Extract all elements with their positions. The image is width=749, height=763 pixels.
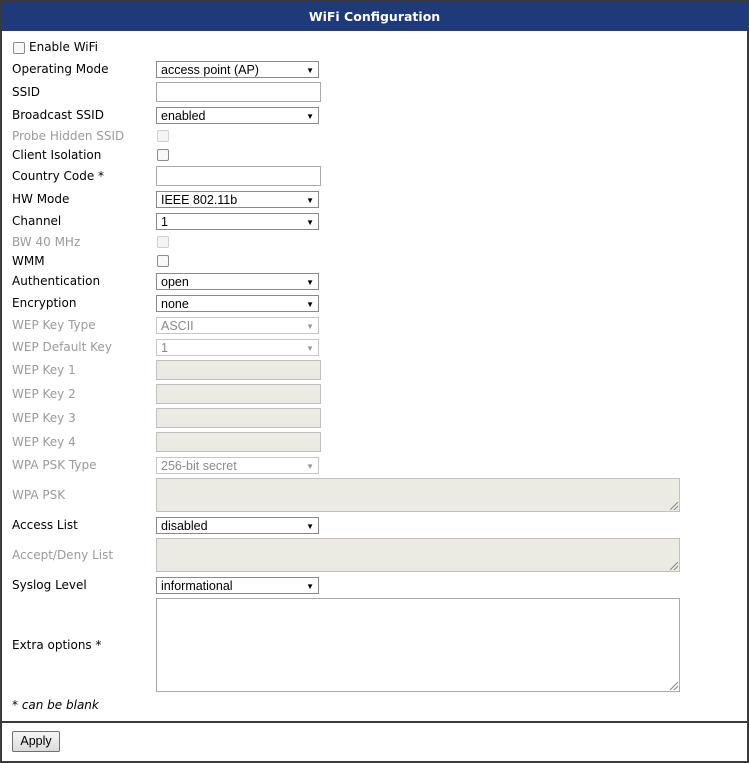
channel-select[interactable]: 1 ▼ — [156, 213, 319, 230]
wep-key3-input — [156, 408, 321, 428]
authentication-label: Authentication — [12, 274, 101, 288]
bw40-label: BW 40 MHz — [12, 235, 81, 249]
wep-default-key-select: 1 ▼ — [156, 339, 319, 356]
broadcast-ssid-select[interactable]: enabled ▼ — [156, 107, 319, 124]
wpa-psk-label: WPA PSK — [12, 488, 66, 502]
wep-default-key-value: 1 — [161, 341, 168, 355]
resize-grip-icon — [670, 502, 678, 510]
footer-divider — [2, 721, 747, 723]
broadcast-ssid-label: Broadcast SSID — [12, 108, 104, 122]
dropdown-arrow-icon: ▼ — [306, 322, 314, 331]
authentication-select[interactable]: open ▼ — [156, 273, 319, 290]
wpa-psk-textarea — [156, 478, 680, 512]
operating-mode-value: access point (AP) — [161, 63, 259, 77]
wep-key1-input — [156, 360, 321, 380]
wmm-label: WMM — [12, 254, 45, 268]
panel-title: WiFi Configuration — [2, 2, 747, 31]
extra-options-label: Extra options * — [12, 638, 102, 652]
probe-hidden-ssid-label: Probe Hidden SSID — [12, 129, 125, 143]
dropdown-arrow-icon: ▼ — [306, 112, 314, 121]
wifi-config-panel: WiFi Configuration Enable WiFi Operating… — [0, 0, 749, 763]
hw-mode-value: IEEE 802.11b — [161, 193, 238, 207]
operating-mode-select[interactable]: access point (AP) ▼ — [156, 61, 319, 78]
accept-deny-list-label: Accept/Deny List — [12, 548, 114, 562]
encryption-value: none — [161, 297, 189, 311]
bw40-checkbox — [157, 236, 169, 248]
syslog-level-select[interactable]: informational ▼ — [156, 577, 319, 594]
dropdown-arrow-icon: ▼ — [306, 218, 314, 227]
accept-deny-list-textarea — [156, 538, 680, 572]
resize-grip-icon[interactable] — [670, 682, 678, 690]
authentication-value: open — [161, 275, 189, 289]
blank-note: * can be blank — [12, 698, 99, 712]
country-code-label: Country Code * — [12, 169, 105, 183]
wep-key3-label: WEP Key 3 — [12, 411, 76, 425]
wpa-psk-type-select: 256-bit secret ▼ — [156, 457, 319, 474]
hw-mode-label: HW Mode — [12, 192, 70, 206]
access-list-value: disabled — [161, 519, 208, 533]
dropdown-arrow-icon: ▼ — [306, 66, 314, 75]
country-code-input[interactable] — [156, 166, 321, 186]
wep-key-type-value: ASCII — [161, 319, 194, 333]
channel-value: 1 — [161, 215, 168, 229]
hw-mode-select[interactable]: IEEE 802.11b ▼ — [156, 191, 319, 208]
wmm-checkbox[interactable] — [157, 255, 169, 267]
client-isolation-label: Client Isolation — [12, 148, 102, 162]
wep-key-type-select: ASCII ▼ — [156, 317, 319, 334]
dropdown-arrow-icon: ▼ — [306, 300, 314, 309]
dropdown-arrow-icon: ▼ — [306, 462, 314, 471]
wep-key4-label: WEP Key 4 — [12, 435, 76, 449]
dropdown-arrow-icon: ▼ — [306, 196, 314, 205]
encryption-select[interactable]: none ▼ — [156, 295, 319, 312]
wep-key-type-label: WEP Key Type — [12, 318, 96, 332]
wep-key1-label: WEP Key 1 — [12, 363, 76, 377]
syslog-level-value: informational — [161, 579, 233, 593]
dropdown-arrow-icon: ▼ — [306, 582, 314, 591]
enable-wifi-checkbox[interactable] — [13, 42, 25, 54]
dropdown-arrow-icon: ▼ — [306, 278, 314, 287]
channel-label: Channel — [12, 214, 62, 228]
wep-default-key-label: WEP Default Key — [12, 340, 112, 354]
client-isolation-checkbox[interactable] — [157, 149, 169, 161]
probe-hidden-ssid-checkbox — [157, 130, 169, 142]
wep-key4-input — [156, 432, 321, 452]
wep-key2-label: WEP Key 2 — [12, 387, 76, 401]
access-list-select[interactable]: disabled ▼ — [156, 517, 319, 534]
access-list-label: Access List — [12, 518, 78, 532]
dropdown-arrow-icon: ▼ — [306, 522, 314, 531]
syslog-level-label: Syslog Level — [12, 578, 87, 592]
extra-options-textarea[interactable] — [156, 598, 680, 692]
ssid-input[interactable] — [156, 82, 321, 102]
wpa-psk-type-label: WPA PSK Type — [12, 458, 97, 472]
enable-wifi-label: Enable WiFi — [29, 40, 98, 54]
wpa-psk-type-value: 256-bit secret — [161, 459, 237, 473]
encryption-label: Encryption — [12, 296, 77, 310]
wep-key2-input — [156, 384, 321, 404]
dropdown-arrow-icon: ▼ — [306, 344, 314, 353]
resize-grip-icon — [670, 562, 678, 570]
ssid-label: SSID — [12, 85, 41, 99]
apply-button[interactable]: Apply — [12, 731, 60, 752]
operating-mode-label: Operating Mode — [12, 62, 109, 76]
broadcast-ssid-value: enabled — [161, 109, 206, 123]
